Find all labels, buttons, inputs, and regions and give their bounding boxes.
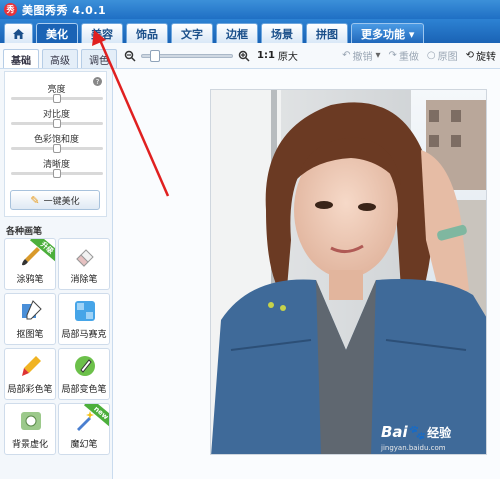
image-canvas: Bai 🐾 经验 jingyan.baidu.com [113,69,500,479]
rotate-icon: ⟲ [465,50,474,61]
tab-home[interactable] [4,23,33,43]
brush-label: 局部变色笔 [61,385,107,395]
original-size-label[interactable]: 原大 [278,48,298,63]
local-recolor-brush-button[interactable]: 局部变色笔 [58,348,110,400]
eraser-icon [73,244,97,268]
baidu-paw-icon: 🐾 [408,425,427,441]
tab-collage[interactable]: 拼图 [306,23,348,43]
title-bar: 秀 美图秀秀 4.0.1 [0,0,500,19]
app-title: 美图秀秀 4.0.1 [22,3,107,17]
edited-photo[interactable] [210,89,487,455]
tab-beauty[interactable]: 美容 [81,23,123,43]
color-pen-icon [19,354,43,378]
redo-button[interactable]: ↷ 重做 [388,48,418,63]
tab-beautify[interactable]: 美化 [36,23,78,43]
baidu-watermark: Bai 🐾 经验 [381,423,451,441]
subtab-advanced[interactable]: 高级 [42,49,78,68]
sharpness-slider[interactable] [10,169,103,178]
auto-beautify-button[interactable]: ✎ 一键美化 [10,190,100,210]
redo-icon: ↷ [388,50,397,61]
original-image-label: 原图 [437,52,458,63]
original-image-button[interactable]: ○ 原图 [427,48,458,63]
cutout-brush-button[interactable]: 抠图笔 [4,293,56,345]
redo-label: 重做 [398,52,419,63]
brush-label: 消除笔 [70,275,98,285]
brush-label: 局部马赛克 [61,330,107,340]
mosaic-icon [73,299,97,323]
local-color-brush-button[interactable]: 局部彩色笔 [4,348,56,400]
tab-accessories[interactable]: 饰品 [126,23,168,43]
edit-tools: ↶ 撤销 ▾ ↷ 重做 ○ 原图 ⟲ 旋转 [334,48,496,63]
undo-label: 撤销 [352,52,373,63]
brightness-control: 亮度 [5,82,108,103]
watermark-brand: Bai [381,423,408,441]
eraser-brush-button[interactable]: 消除笔 [58,238,110,290]
undo-button[interactable]: ↶ 撤销 ▾ [342,48,380,63]
left-panel: ? 亮度 对比度 色彩饱和度 清晰度 ✎ 一键美化 各种画笔 升级 涂鸦笔 消除… [0,69,113,479]
contrast-slider[interactable] [10,119,103,128]
main-tab-bar: 美化 美容 饰品 文字 边框 场景 拼图 更多功能 ▾ [0,19,500,43]
tab-text[interactable]: 文字 [171,23,213,43]
zoom-controls: 1:1 原大 [123,48,298,63]
sharpness-thumb[interactable] [52,169,61,178]
brush-label: 涂鸦笔 [16,275,44,285]
brush-label: 魔幻笔 [70,440,98,450]
zoom-slider[interactable] [141,49,233,62]
rotate-label: 旋转 [476,52,496,63]
undo-dropdown-icon[interactable]: ▾ [375,50,380,61]
brush-section-title: 各种画笔 [6,227,43,237]
magic-brush-button[interactable]: new 魔幻笔 [58,403,110,455]
mosaic-brush-button[interactable]: 局部马赛克 [58,293,110,345]
original-image-icon: ○ [426,50,436,61]
graffiti-brush-button[interactable]: 升级 涂鸦笔 [4,238,56,290]
background-blur-button[interactable]: 背景虚化 [4,403,56,455]
watermark-url: jingyan.baidu.com [381,444,446,452]
subtab-color[interactable]: 调色 [81,49,117,68]
undo-icon: ↶ [342,50,351,61]
watermark-suffix: 经验 [427,426,452,440]
cutout-pen-icon [19,299,43,323]
saturation-control: 色彩饱和度 [5,132,108,153]
photo-image [211,90,486,454]
sharpness-control: 清晰度 [5,157,108,178]
tab-more-features[interactable]: 更多功能 ▾ [351,23,425,43]
actual-size-button[interactable]: 1:1 [257,50,275,61]
recolor-pen-icon [73,354,97,378]
app-logo-icon: 秀 [4,3,17,16]
brush-label: 背景虚化 [11,440,48,450]
contrast-thumb[interactable] [52,119,61,128]
zoom-slider-thumb[interactable] [150,49,161,62]
rotate-button[interactable]: ⟲ 旋转 [466,48,496,63]
brush-label: 抠图笔 [16,330,44,340]
blur-background-icon [19,409,43,433]
home-icon [13,28,24,39]
magic-wand-icon: ✎ [30,193,40,207]
toolbar: 基础 高级 调色 1:1 原大 ↶ 撤销 ▾ ↷ 重做 ○ 原图 ⟲ 旋转 [0,43,500,69]
tab-scene[interactable]: 场景 [261,23,303,43]
brightness-thumb[interactable] [52,94,61,103]
tab-border[interactable]: 边框 [216,23,258,43]
auto-beautify-label: 一键美化 [43,196,80,207]
saturation-slider[interactable] [10,144,103,153]
saturation-thumb[interactable] [52,144,61,153]
subtab-basic[interactable]: 基础 [3,49,39,68]
zoom-in-icon[interactable] [237,49,251,63]
brush-label: 局部彩色笔 [7,385,53,395]
brightness-slider[interactable] [10,94,103,103]
contrast-control: 对比度 [5,107,108,128]
zoom-out-icon[interactable] [123,49,137,63]
